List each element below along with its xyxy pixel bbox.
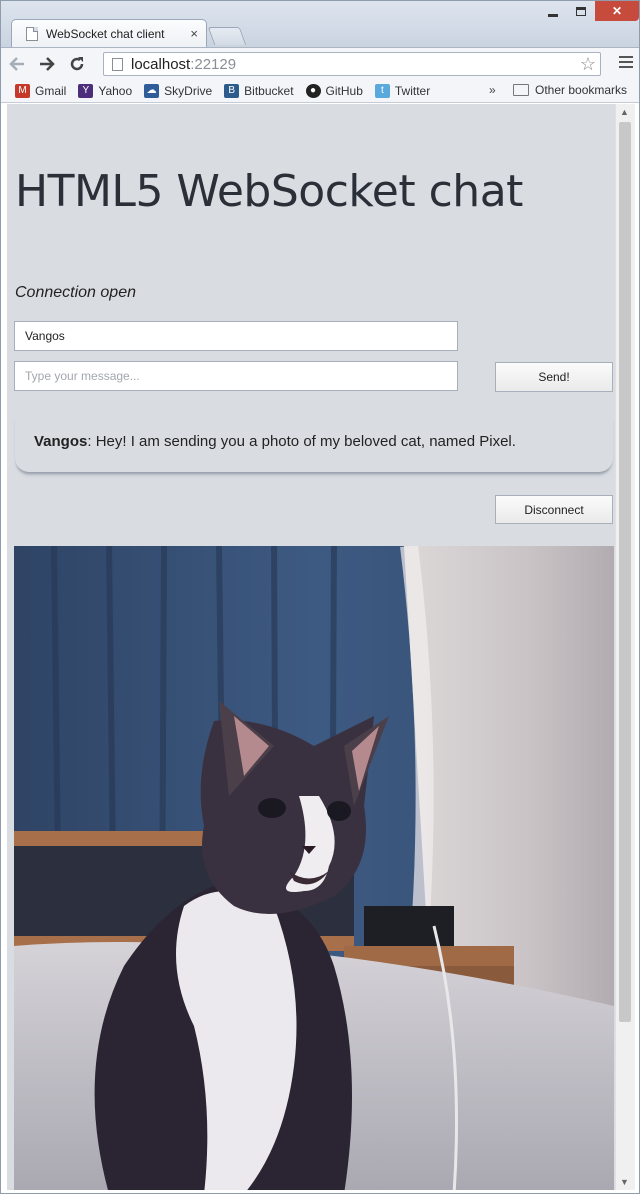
other-bookmarks-label: Other bookmarks	[535, 83, 628, 97]
maximize-button[interactable]	[567, 1, 595, 21]
bookmark-star-icon[interactable]: ☆	[580, 54, 596, 75]
message-author: Vangos	[34, 433, 88, 450]
gmail-icon: M	[15, 83, 30, 98]
page-content: HTML5 WebSocket chat Connection open Sen…	[7, 104, 615, 1190]
bookmark-yahoo[interactable]: Y Yahoo	[78, 83, 133, 98]
page-icon	[26, 26, 38, 41]
url-host: localhost	[131, 55, 191, 73]
other-bookmarks-button[interactable]: Other bookmarks	[513, 83, 627, 97]
more-bookmarks-button[interactable]: »	[489, 83, 496, 97]
cat-photo-image	[14, 546, 614, 1190]
minimize-icon	[548, 13, 558, 17]
bookmark-github[interactable]: ● GitHub	[305, 83, 363, 98]
bookmark-twitter[interactable]: t Twitter	[374, 83, 431, 98]
browser-toolbar: localhost:22129 ☆	[1, 47, 639, 79]
scroll-up-icon[interactable]: ▲	[620, 107, 629, 117]
minimize-button[interactable]	[539, 1, 567, 21]
disconnect-button[interactable]: Disconnect	[495, 495, 613, 524]
yahoo-icon: Y	[78, 83, 94, 98]
skydrive-icon: ☁	[144, 83, 160, 98]
scrollbar-thumb[interactable]	[619, 122, 631, 1022]
folder-icon	[513, 84, 529, 96]
page-title: HTML5 WebSocket chat	[15, 166, 523, 217]
twitter-icon: t	[374, 83, 390, 98]
chat-message: Vangos: Hey! I am sending you a photo of…	[34, 433, 516, 450]
address-bar[interactable]: localhost:22129 ☆	[103, 52, 601, 76]
new-tab-button[interactable]	[207, 27, 247, 45]
message-input[interactable]	[14, 361, 458, 391]
reload-button[interactable]	[63, 50, 91, 78]
page-icon	[112, 57, 123, 71]
tab-close-icon[interactable]: ×	[190, 27, 198, 40]
connection-status: Connection open	[15, 284, 136, 301]
forward-button[interactable]	[33, 50, 61, 78]
bookmark-gmail[interactable]: M Gmail	[15, 83, 67, 98]
bitbucket-icon: B	[224, 83, 240, 98]
browser-window: WebSocket chat client × ✕ localhost:2212…	[0, 0, 640, 1194]
github-icon: ●	[305, 83, 321, 98]
bookmarks-bar: M Gmail Y Yahoo ☁ SkyDrive B Bitbucket ●…	[1, 79, 639, 103]
bookmark-label: Gmail	[35, 83, 67, 98]
bookmark-label: SkyDrive	[164, 83, 213, 98]
bookmark-label: Yahoo	[98, 83, 133, 98]
name-input[interactable]	[14, 321, 458, 351]
cat-photo	[14, 546, 614, 1190]
menu-icon[interactable]	[619, 56, 633, 71]
tab-title: WebSocket chat client	[46, 26, 165, 41]
url-port: :22129	[190, 55, 237, 73]
reload-icon	[70, 56, 84, 70]
send-button[interactable]: Send!	[495, 362, 613, 392]
forward-arrow-icon	[40, 56, 55, 71]
bookmark-bitbucket[interactable]: B Bitbucket	[224, 83, 294, 98]
back-arrow-icon	[9, 56, 24, 71]
bookmark-skydrive[interactable]: ☁ SkyDrive	[144, 83, 213, 98]
window-controls: ✕	[539, 1, 639, 21]
back-button[interactable]	[3, 50, 31, 78]
bookmark-label: Twitter	[394, 83, 431, 98]
scroll-down-icon[interactable]: ▼	[620, 1177, 629, 1187]
message-text: : Hey! I am sending you a photo of my be…	[87, 433, 516, 450]
vertical-scrollbar[interactable]: ▲ ▼	[615, 104, 635, 1190]
maximize-icon	[576, 6, 586, 16]
bookmark-label: GitHub	[325, 83, 363, 98]
close-window-button[interactable]: ✕	[595, 1, 639, 21]
tab-websocket-chat[interactable]: WebSocket chat client ×	[11, 19, 207, 47]
chat-area: Vangos: Hey! I am sending you a photo of…	[15, 416, 613, 472]
bookmark-label: Bitbucket	[244, 83, 294, 98]
